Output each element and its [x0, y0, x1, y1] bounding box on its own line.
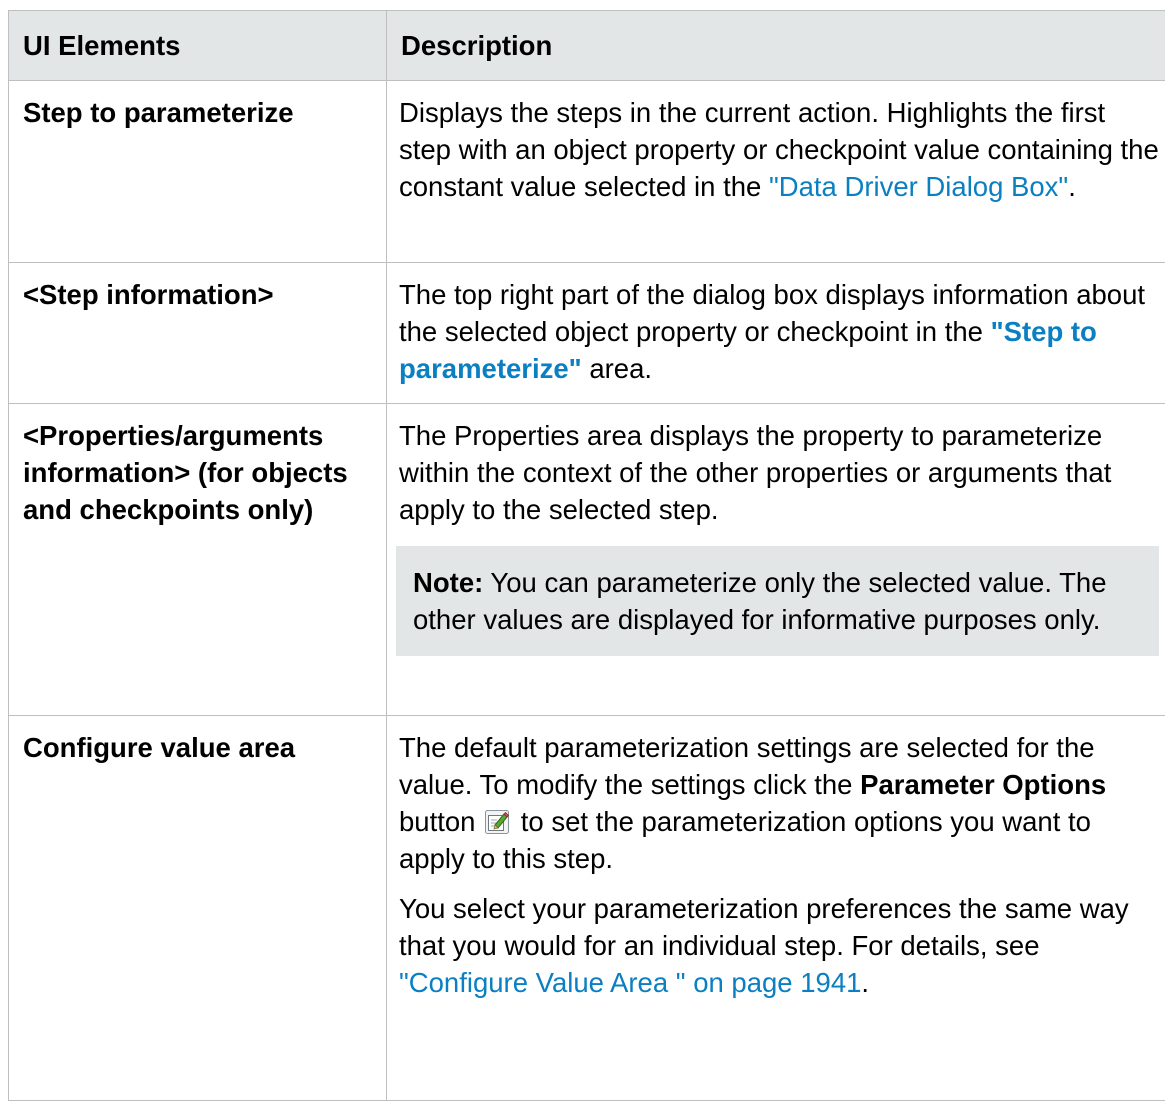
ui-elements-table: UI Elements Description Step to paramete… — [8, 10, 1165, 1101]
description-text: The Properties area displays the propert… — [399, 417, 1159, 528]
header-description: Description — [387, 11, 1165, 81]
note-text: You can parameterize only the selected v… — [413, 567, 1107, 635]
description-text: button — [399, 806, 483, 837]
row-term: Configure value area — [9, 716, 387, 1101]
row-term: <Properties/arguments information> (for … — [9, 404, 387, 716]
row-term: <Step information> — [9, 263, 387, 404]
description-text: . — [861, 967, 869, 998]
note-label: Note: — [413, 567, 483, 598]
row-term: Step to parameterize — [9, 81, 387, 263]
table-row: Step to parameterize Displays the steps … — [9, 81, 1165, 263]
row-description: Displays the steps in the current action… — [387, 81, 1165, 263]
configure-value-area-link[interactable]: "Configure Value Area " on page 1941 — [399, 967, 861, 998]
data-driver-dialog-box-link[interactable]: "Data Driver Dialog Box" — [769, 171, 1068, 202]
note-box: Note: You can parameterize only the sele… — [396, 546, 1159, 656]
parameter-options-icon — [485, 806, 509, 830]
parameter-options-label: Parameter Options — [860, 769, 1106, 800]
row-description: The default parameterization settings ar… — [387, 716, 1165, 1101]
table-row: Configure value area The default paramet… — [9, 716, 1165, 1101]
table-row: <Properties/arguments information> (for … — [9, 404, 1165, 716]
table-row: <Step information> The top right part of… — [9, 263, 1165, 404]
row-description: The Properties area displays the propert… — [387, 404, 1165, 716]
description-text: . — [1068, 171, 1076, 202]
table-header-row: UI Elements Description — [9, 11, 1165, 81]
description-text: You select your parameterization prefere… — [399, 893, 1129, 961]
description-text: area. — [582, 353, 652, 384]
row-description: The top right part of the dialog box dis… — [387, 263, 1165, 404]
header-ui-elements: UI Elements — [9, 11, 387, 81]
